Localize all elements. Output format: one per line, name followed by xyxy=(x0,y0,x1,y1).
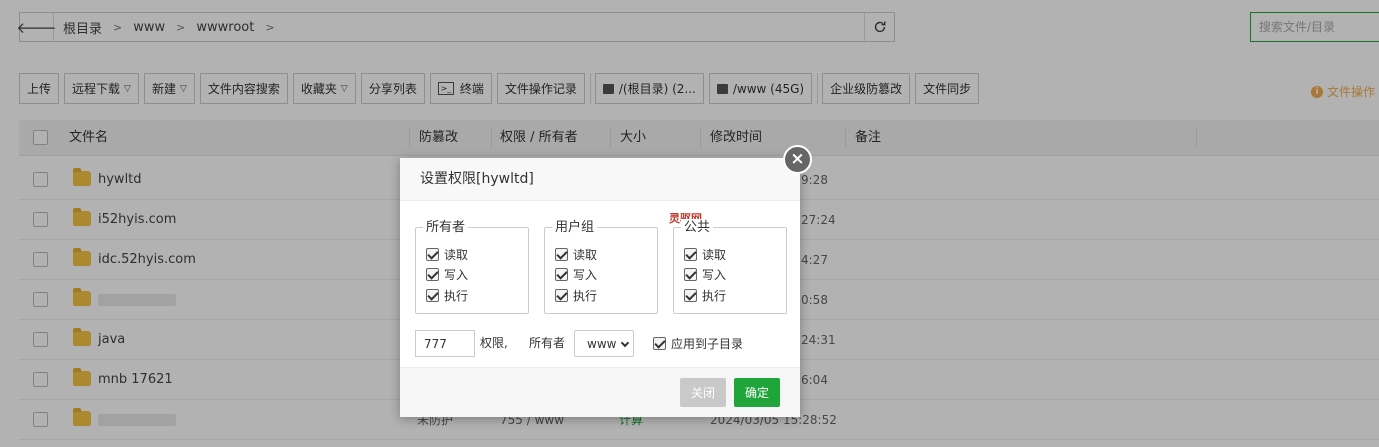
perm-read[interactable]: 读取 xyxy=(684,246,726,263)
chevron-down-icon xyxy=(620,338,630,348)
checkbox-checked[interactable] xyxy=(684,248,697,261)
checkbox-checked[interactable] xyxy=(653,337,666,350)
public-group: 公共 读取 写入 执行 xyxy=(673,219,787,314)
confirm-button[interactable]: 确定 xyxy=(734,378,780,407)
perm-write[interactable]: 写入 xyxy=(555,266,597,283)
permission-dialog: 设置权限[hywltd] × 灵驱网 所有者 读取 写入 执行 用户组 读取 写… xyxy=(400,145,812,417)
perm-exec[interactable]: 执行 xyxy=(684,287,726,304)
checkbox-checked[interactable] xyxy=(426,248,439,261)
checkbox-checked[interactable] xyxy=(426,289,439,302)
user-group: 用户组 读取 写入 执行 xyxy=(544,219,658,314)
perm-write[interactable]: 写入 xyxy=(426,266,468,283)
group-label: 公共 xyxy=(681,219,714,237)
group-label: 用户组 xyxy=(552,219,598,237)
apply-subdir-option[interactable]: 应用到子目录 xyxy=(653,335,743,352)
perm-exec[interactable]: 执行 xyxy=(426,287,468,304)
checkbox-checked[interactable] xyxy=(555,248,568,261)
dialog-footer: 关闭 确定 xyxy=(400,367,800,417)
checkbox-checked[interactable] xyxy=(555,289,568,302)
perm-read[interactable]: 读取 xyxy=(555,246,597,263)
owner-label: 所有者 xyxy=(529,336,566,350)
owner-group: 所有者 读取 写入 执行 xyxy=(415,219,529,314)
perm-write[interactable]: 写入 xyxy=(684,266,726,283)
close-button[interactable]: 关闭 xyxy=(680,378,726,407)
checkbox-checked[interactable] xyxy=(684,289,697,302)
owner-select[interactable]: www xyxy=(574,330,634,357)
checkbox-checked[interactable] xyxy=(684,268,697,281)
checkbox-checked[interactable] xyxy=(426,268,439,281)
perm-exec[interactable]: 执行 xyxy=(555,287,597,304)
permission-mode-input[interactable] xyxy=(415,330,475,357)
dialog-title: 设置权限[hywltd] xyxy=(400,158,800,201)
checkbox-checked[interactable] xyxy=(555,268,568,281)
perm-label: 权限, xyxy=(480,336,508,350)
group-label: 所有者 xyxy=(423,219,469,237)
perm-read[interactable]: 读取 xyxy=(426,246,468,263)
close-icon[interactable]: × xyxy=(783,145,812,174)
